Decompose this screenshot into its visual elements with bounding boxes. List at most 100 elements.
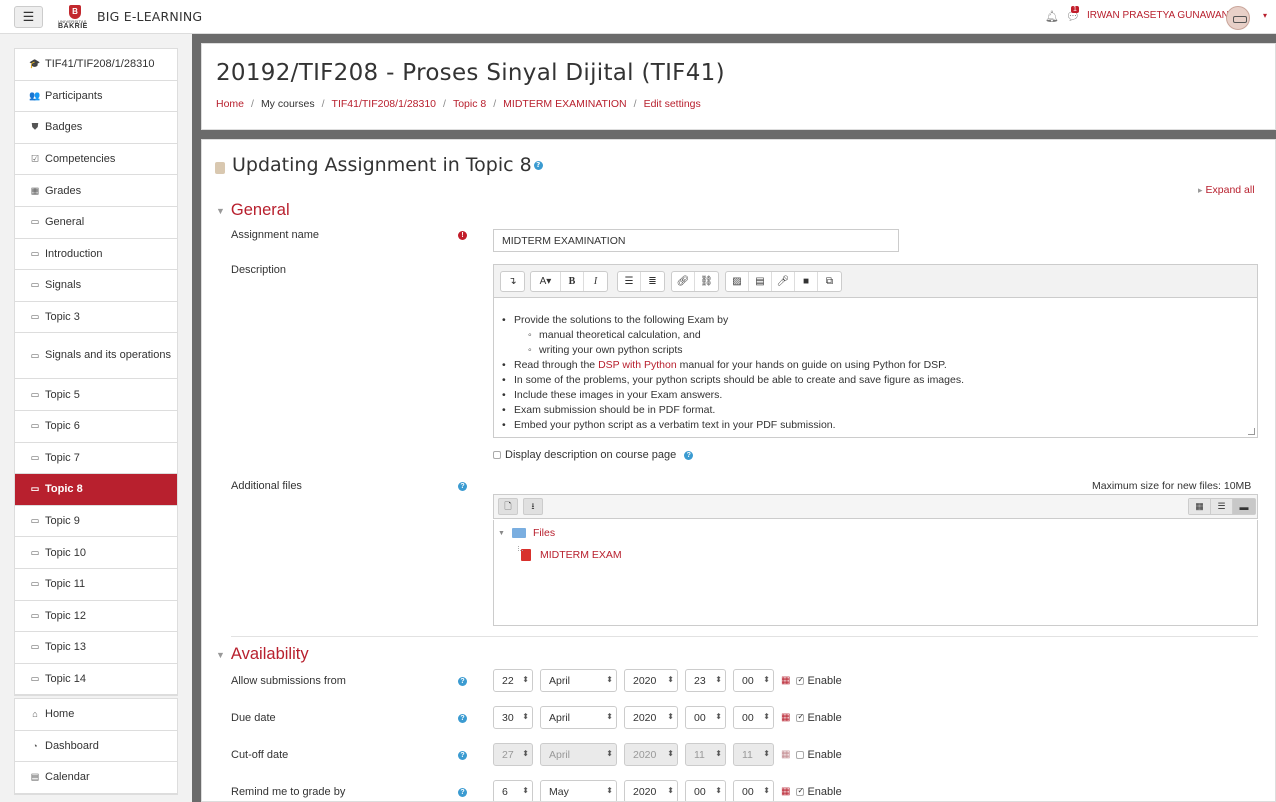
breadcrumb-topic[interactable]: Topic 8 (453, 98, 486, 110)
copy-icon[interactable]: ⧉ (818, 272, 841, 291)
day-select[interactable]: 30 (493, 706, 533, 729)
sidebar-item-home[interactable]: ⌂ Home (15, 699, 177, 731)
breadcrumb-edit-settings[interactable]: Edit settings (644, 98, 701, 110)
breadcrumb-course[interactable]: TIF41/TIF208/1/28310 (332, 98, 436, 110)
sidebar-item-signals[interactable]: ▭ Signals (15, 270, 177, 302)
month-select[interactable]: April (540, 706, 617, 729)
help-icon[interactable]: ? (458, 751, 467, 760)
dsp-with-python-link[interactable]: DSP with Python (598, 359, 677, 371)
enable-checkbox[interactable] (796, 750, 805, 759)
sidebar-item-competencies[interactable]: ☑ Competencies (15, 144, 177, 176)
files-folder-link[interactable]: Files (533, 527, 555, 539)
year-select[interactable]: 2020 (624, 743, 678, 766)
image-icon[interactable]: ▨ (726, 272, 749, 291)
hamburger-icon[interactable]: ☰ (14, 6, 43, 28)
minute-select[interactable]: 00 (733, 780, 774, 801)
resize-handle[interactable] (1248, 428, 1255, 435)
user-name[interactable]: IRWAN PRASETYA GUNAWAN (1087, 10, 1229, 21)
sidebar-item-topic-12[interactable]: ▭ Topic 12 (15, 601, 177, 633)
microphone-icon[interactable]: 🎤︎ (772, 272, 795, 291)
day-select[interactable]: 6 (493, 780, 533, 801)
calendar-icon[interactable]: ▦ (781, 675, 790, 686)
university-logo[interactable]: B UNIVERSITAS BAKRIE (58, 5, 94, 30)
breadcrumb-assignment[interactable]: MIDTERM EXAMINATION (503, 98, 626, 110)
unlink-icon[interactable]: ⛓ (695, 272, 718, 291)
calendar-icon[interactable]: ▦ (781, 749, 790, 760)
hour-select[interactable]: 23 (685, 669, 726, 692)
sidebar-item-participants[interactable]: 👥 Participants (15, 81, 177, 113)
sidebar-item-topic-11[interactable]: ▭ Topic 11 (15, 569, 177, 601)
enable-checkbox[interactable] (796, 786, 805, 796)
help-icon[interactable]: ? (458, 482, 467, 491)
section-general[interactable]: ▼ General (216, 201, 290, 220)
sidebar-item-grades[interactable]: ▦ Grades (15, 175, 177, 207)
file-link[interactable]: MIDTERM EXAM (540, 549, 622, 561)
minute-select[interactable]: 00 (733, 706, 774, 729)
grid-view-icon[interactable]: ▦ (1189, 499, 1211, 514)
sidebar-item-topic-3[interactable]: ▭ Topic 3 (15, 302, 177, 334)
enable-checkbox[interactable] (796, 712, 805, 722)
year-select[interactable]: 2020 (624, 669, 678, 692)
breadcrumb-home[interactable]: Home (216, 98, 244, 110)
unordered-list-icon[interactable]: ☰ (618, 272, 641, 291)
video-icon[interactable]: ■ (795, 272, 818, 291)
add-file-icon[interactable]: 🗋 (498, 498, 518, 515)
sidebar-item-topic-5[interactable]: ▭ Topic 5 (15, 379, 177, 411)
description-content[interactable]: Provide the solutions to the following E… (494, 298, 1257, 433)
help-icon[interactable]: ? (458, 788, 467, 797)
sidebar-item-topic-13[interactable]: ▭ Topic 13 (15, 632, 177, 664)
hour-select[interactable]: 00 (685, 706, 726, 729)
tree-view-icon[interactable]: ▬ (1233, 499, 1255, 514)
sidebar-item-topic-10[interactable]: ▭ Topic 10 (15, 537, 177, 569)
hour-select[interactable]: 00 (685, 780, 726, 801)
link-icon[interactable]: 🔗︎ (672, 272, 695, 291)
sidebar-item-tif41-tif208-1-28310[interactable]: 🎓 TIF41/TIF208/1/28310 (15, 49, 177, 81)
ordered-list-icon[interactable]: ≣ (641, 272, 664, 291)
day-select[interactable]: 27 (493, 743, 533, 766)
month-select[interactable]: April (540, 669, 617, 692)
help-icon[interactable]: ? (458, 677, 467, 686)
month-select[interactable]: April (540, 743, 617, 766)
calendar-icon[interactable]: ▦ (781, 786, 790, 797)
minute-select[interactable]: 11 (733, 743, 774, 766)
assignment-name-input[interactable]: MIDTERM EXAMINATION (493, 229, 899, 252)
list-view-icon[interactable]: ☰ (1211, 499, 1233, 514)
help-icon[interactable]: ? (684, 450, 694, 460)
bell-icon[interactable]: 🔔︎ (1045, 10, 1059, 24)
sidebar-item-dashboard[interactable]: ◔ Dashboard (15, 731, 177, 763)
year-select[interactable]: 2020 (624, 780, 678, 801)
sidebar-item-badges[interactable]: ⛊ Badges (15, 112, 177, 144)
sidebar-item-introduction[interactable]: ▭ Introduction (15, 239, 177, 271)
hour-select[interactable]: 11 (685, 743, 726, 766)
comment-icon[interactable]: 💬︎ 1 (1066, 6, 1080, 24)
minute-select[interactable]: 00 (733, 669, 774, 692)
toolbar-toggle-icon[interactable]: ↴ (501, 272, 524, 291)
section-availability[interactable]: ▼ Availability (216, 645, 309, 664)
sidebar-item-topic-7[interactable]: ▭ Topic 7 (15, 443, 177, 475)
sidebar-item-topic-14[interactable]: ▭ Topic 14 (15, 664, 177, 696)
bold-icon[interactable]: B (561, 272, 584, 291)
sidebar-item-signals-and-its-operations[interactable]: ▭ Signals and its operations (15, 333, 177, 380)
year-select[interactable]: 2020 (624, 706, 678, 729)
help-icon[interactable]: ? (533, 161, 543, 170)
sidebar-item-topic-8[interactable]: ▭ Topic 8 (15, 474, 177, 506)
enable-checkbox[interactable] (796, 675, 805, 685)
sidebar-item-topic-9[interactable]: ▭ Topic 9 (15, 506, 177, 538)
display-description-checkbox[interactable] (493, 451, 501, 460)
site-name[interactable]: BIG E-LEARNING (97, 9, 202, 24)
sidebar-item-calendar[interactable]: ▤ Calendar (15, 762, 177, 794)
day-select[interactable]: 22 (493, 669, 533, 692)
chevron-down-icon[interactable]: ▾ (1263, 11, 1267, 20)
sidebar-item-general[interactable]: ▭ General (15, 207, 177, 239)
media-icon[interactable]: ▤ (749, 272, 772, 291)
expand-all-link[interactable]: Expand all (1198, 184, 1255, 196)
italic-icon[interactable]: I (584, 272, 607, 291)
sidebar-item-topic-6[interactable]: ▭ Topic 6 (15, 411, 177, 443)
expand-triangle-icon[interactable]: ▼ (498, 530, 505, 537)
help-icon[interactable]: ? (458, 714, 467, 723)
month-select[interactable]: May (540, 780, 617, 801)
calendar-icon[interactable]: ▦ (781, 712, 790, 723)
text-style-icon[interactable]: A▾ (531, 272, 561, 291)
avatar[interactable] (1226, 6, 1250, 30)
download-icon[interactable]: ⭳ (523, 498, 543, 515)
